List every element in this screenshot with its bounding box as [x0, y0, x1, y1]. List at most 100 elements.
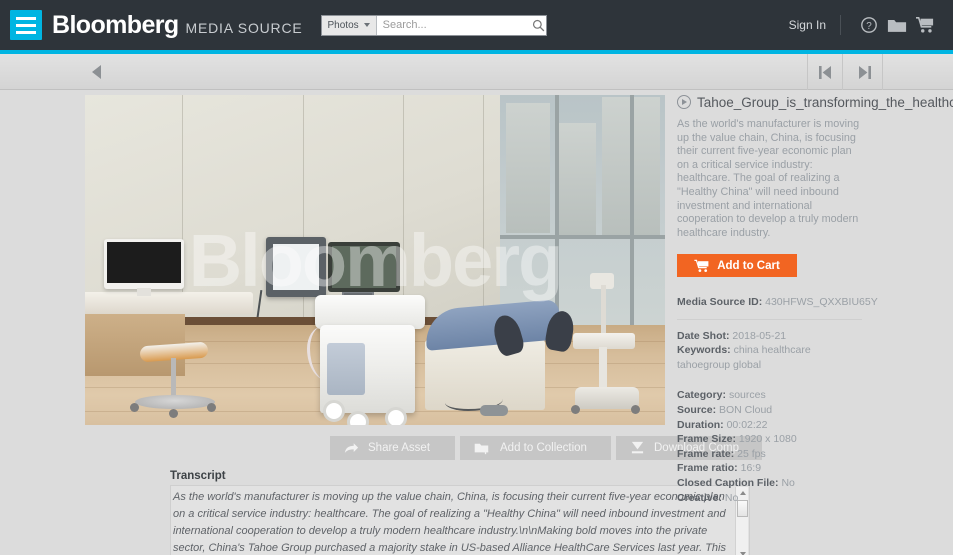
frame-size-label: Frame Size: — [677, 433, 736, 446]
search-bar: Photos — [320, 14, 547, 36]
source-value: BON Cloud — [719, 403, 773, 416]
scene-wall-seam — [483, 95, 484, 325]
scene-monitor-stand — [137, 288, 151, 296]
asset-title-row: Tahoe_Group_is_transforming_the_healthca… — [677, 92, 953, 112]
folder-icon[interactable] — [883, 11, 911, 39]
header-actions: Sign In ? — [789, 0, 939, 50]
scene-cart-post — [599, 347, 607, 391]
frame-rate-row: Frame rate: 25 fps — [677, 447, 953, 462]
date-shot-label: Date Shot: — [677, 329, 730, 342]
scene-wall-seam — [182, 95, 183, 325]
duration-row: Duration: 00:02:22 — [677, 418, 953, 433]
date-shot-row: Date Shot: 2018-05-21 — [677, 329, 953, 344]
scene-ultrasound-panel — [327, 343, 365, 395]
frame-size-row: Frame Size: 1920 x 1080 — [677, 432, 953, 447]
scene-chair-base — [135, 395, 215, 409]
page-body: Bloomberg Share Asset Add to Collection — [0, 90, 953, 555]
hamburger-bar — [16, 16, 36, 20]
skip-back-icon — [819, 65, 831, 79]
add-to-cart-label: Add to Cart — [717, 259, 780, 272]
source-label: Source: — [677, 403, 717, 416]
skip-forward-icon — [858, 65, 871, 79]
transcript-box[interactable]: As the world's manufacturer is moving up… — [170, 485, 750, 555]
asset-info-panel: Tahoe_Group_is_transforming_the_healthca… — [677, 92, 953, 505]
folder-plus-icon — [474, 443, 489, 454]
shoot-info-block: Date Shot: 2018-05-21 Keywords: china he… — [677, 329, 953, 373]
source-row: Source: BON Cloud — [677, 403, 953, 418]
cart-icon — [694, 259, 709, 272]
scroll-down-button[interactable] — [736, 548, 749, 555]
search-category-dropdown[interactable]: Photos — [321, 15, 377, 35]
share-icon — [344, 442, 359, 453]
first-asset-button[interactable] — [807, 54, 843, 90]
window-mullion — [630, 95, 634, 363]
download-icon — [631, 441, 644, 454]
scene-building — [558, 123, 596, 235]
frame-rate-value: 25 fps — [737, 447, 766, 460]
add-to-collection-label: Add to Collection — [500, 442, 587, 454]
asset-nav-bar — [0, 54, 953, 90]
app-header: Bloomberg MEDIA SOURCE Photos Sign In ? — [0, 0, 953, 50]
scene-ultrasound-monitor — [328, 242, 400, 292]
share-asset-button[interactable]: Share Asset — [330, 436, 455, 460]
category-row: Category: sources — [677, 388, 953, 403]
closed-caption-value: No — [781, 476, 795, 489]
scene-building — [506, 103, 550, 233]
chevron-left-icon — [91, 65, 101, 79]
duration-value: 00:02:22 — [726, 418, 768, 431]
media-source-id-row: Media Source ID: 430HFWS_QXXBIU65Y — [677, 295, 953, 310]
closed-caption-row: Closed Caption File: No — [677, 476, 953, 491]
media-column: Bloomberg Share Asset Add to Collection — [85, 95, 762, 555]
previous-asset-button[interactable] — [78, 54, 114, 90]
add-to-collection-button[interactable]: Add to Collection — [460, 436, 611, 460]
category-value: sources — [728, 389, 766, 402]
svg-text:?: ? — [866, 21, 872, 32]
category-label: Category: — [677, 389, 727, 402]
brand-subtitle: MEDIA SOURCE — [185, 19, 303, 36]
last-asset-button[interactable] — [847, 54, 883, 90]
closed-caption-label: Closed Caption File: — [677, 476, 779, 489]
add-to-cart-button[interactable]: Add to Cart — [677, 254, 797, 278]
asset-preview-image[interactable]: Bloomberg — [85, 95, 665, 425]
scene-wall-seam — [403, 95, 404, 325]
scene-foot-pedal — [480, 405, 508, 416]
duration-label: Duration: — [677, 418, 724, 431]
date-shot-value: 2018-05-21 — [732, 329, 787, 342]
scene-cart-base — [575, 387, 639, 409]
brand-name: Bloomberg — [52, 10, 179, 39]
chevron-down-icon — [363, 23, 370, 27]
transcript-section: Transcript As the world's manufacturer i… — [170, 470, 750, 555]
media-source-id-block: Media Source ID: 430HFWS_QXXBIU65Y — [677, 295, 953, 310]
asset-title: Tahoe_Group_is_transforming_the_healthca… — [697, 94, 953, 110]
brand-logo[interactable]: Bloomberg MEDIA SOURCE — [52, 11, 303, 40]
creative-label: Creative: — [677, 491, 722, 504]
keywords-row: Keywords: china healthcare tahoegroup gl… — [677, 343, 861, 372]
frame-ratio-row: Frame ratio: 16:9 — [677, 461, 953, 476]
scene-desk-monitor — [104, 239, 184, 289]
asset-description: As the world's manufacturer is moving up… — [677, 118, 860, 239]
share-asset-label: Share Asset — [368, 442, 431, 454]
technical-info-block: Category: sources Source: BON Cloud Dura… — [677, 388, 953, 505]
header-divider — [840, 15, 841, 35]
frame-ratio-label: Frame ratio: — [677, 462, 738, 475]
search-icon[interactable] — [531, 16, 546, 35]
frame-size-value: 1920 x 1080 — [738, 433, 797, 446]
play-icon[interactable] — [677, 95, 691, 109]
meta-divider — [677, 318, 862, 320]
transcript-heading: Transcript — [170, 470, 226, 482]
hamburger-icon[interactable] — [10, 10, 42, 40]
frame-rate-label: Frame rate: — [677, 447, 735, 460]
creative-value: No — [724, 491, 739, 504]
search-category-label: Photos — [327, 19, 359, 31]
creative-row: Creative: No — [677, 491, 953, 506]
window-rail — [500, 235, 665, 239]
cart-icon[interactable] — [911, 11, 939, 39]
help-icon[interactable]: ? — [855, 11, 883, 39]
hamburger-bar — [16, 23, 36, 27]
keywords-label: Keywords: — [677, 344, 731, 357]
media-source-id-value: 430HFWS_QXXBIU65Y — [765, 296, 878, 309]
media-source-id-label: Media Source ID: — [677, 296, 763, 309]
sign-in-link[interactable]: Sign In — [789, 18, 826, 32]
scene-ultrasound-console — [315, 295, 425, 329]
search-input[interactable] — [376, 15, 531, 35]
